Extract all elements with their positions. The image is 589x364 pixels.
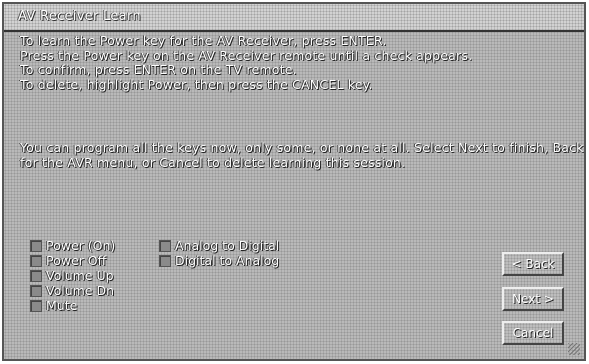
window-title: AV Receiver Learn	[18, 9, 141, 24]
key-item-mute[interactable]: Mute	[30, 298, 115, 313]
key-item-volume-up[interactable]: Volume Up	[30, 268, 115, 283]
key-list-column-2: Analog to Digital Digital to Analog	[159, 238, 279, 268]
instruction-line: Press the Power key on the AV Receiver r…	[20, 47, 473, 63]
key-item-power-on[interactable]: Power (On)	[30, 238, 115, 253]
key-checkbox[interactable]	[30, 284, 42, 297]
key-label: Power (On)	[46, 238, 116, 253]
instruction-line: To confirm, press ENTER on the TV remote…	[20, 62, 297, 77]
instruction-line: To delete, highlight Power, then press t…	[20, 76, 373, 92]
options-paragraph-block: You can program all the keys now, only s…	[20, 140, 585, 170]
key-label: Volume Up	[46, 268, 114, 283]
key-checkbox[interactable]	[30, 239, 42, 252]
key-checkbox[interactable]	[30, 299, 42, 312]
key-item-power-off[interactable]: Power Off	[30, 253, 115, 268]
key-label: Analog to Digital	[175, 238, 280, 253]
key-label: Mute	[46, 298, 78, 313]
key-checkbox[interactable]	[159, 254, 171, 267]
key-label: Digital to Analog	[175, 253, 280, 268]
key-checkbox[interactable]	[159, 239, 171, 252]
key-label: Volume Dn	[46, 283, 115, 298]
key-item-digital-to-analog[interactable]: Digital to Analog	[159, 253, 279, 268]
key-item-volume-down[interactable]: Volume Dn	[30, 283, 115, 298]
key-item-analog-to-digital[interactable]: Analog to Digital	[159, 238, 279, 253]
back-button[interactable]: < Back	[502, 252, 564, 276]
key-label: Power Off	[46, 253, 107, 268]
key-checkbox[interactable]	[30, 269, 42, 282]
cancel-button[interactable]: Cancel	[502, 321, 564, 345]
key-checkbox[interactable]	[30, 254, 42, 267]
instruction-line: To learn the Power key for the AV Receiv…	[20, 33, 387, 48]
next-button[interactable]: Next >	[502, 287, 564, 311]
key-list-column-1: Power (On) Power Off Volume Up Volume Dn…	[30, 238, 115, 313]
av-receiver-learn-dialog: AV Receiver Learn To learn the Power key…	[2, 2, 586, 361]
options-paragraph: You can program all the keys now, only s…	[20, 140, 584, 170]
resize-grip-icon	[568, 343, 580, 355]
title-bar: AV Receiver Learn	[4, 4, 584, 32]
instructions-block: To learn the Power key for the AV Receiv…	[20, 33, 580, 92]
